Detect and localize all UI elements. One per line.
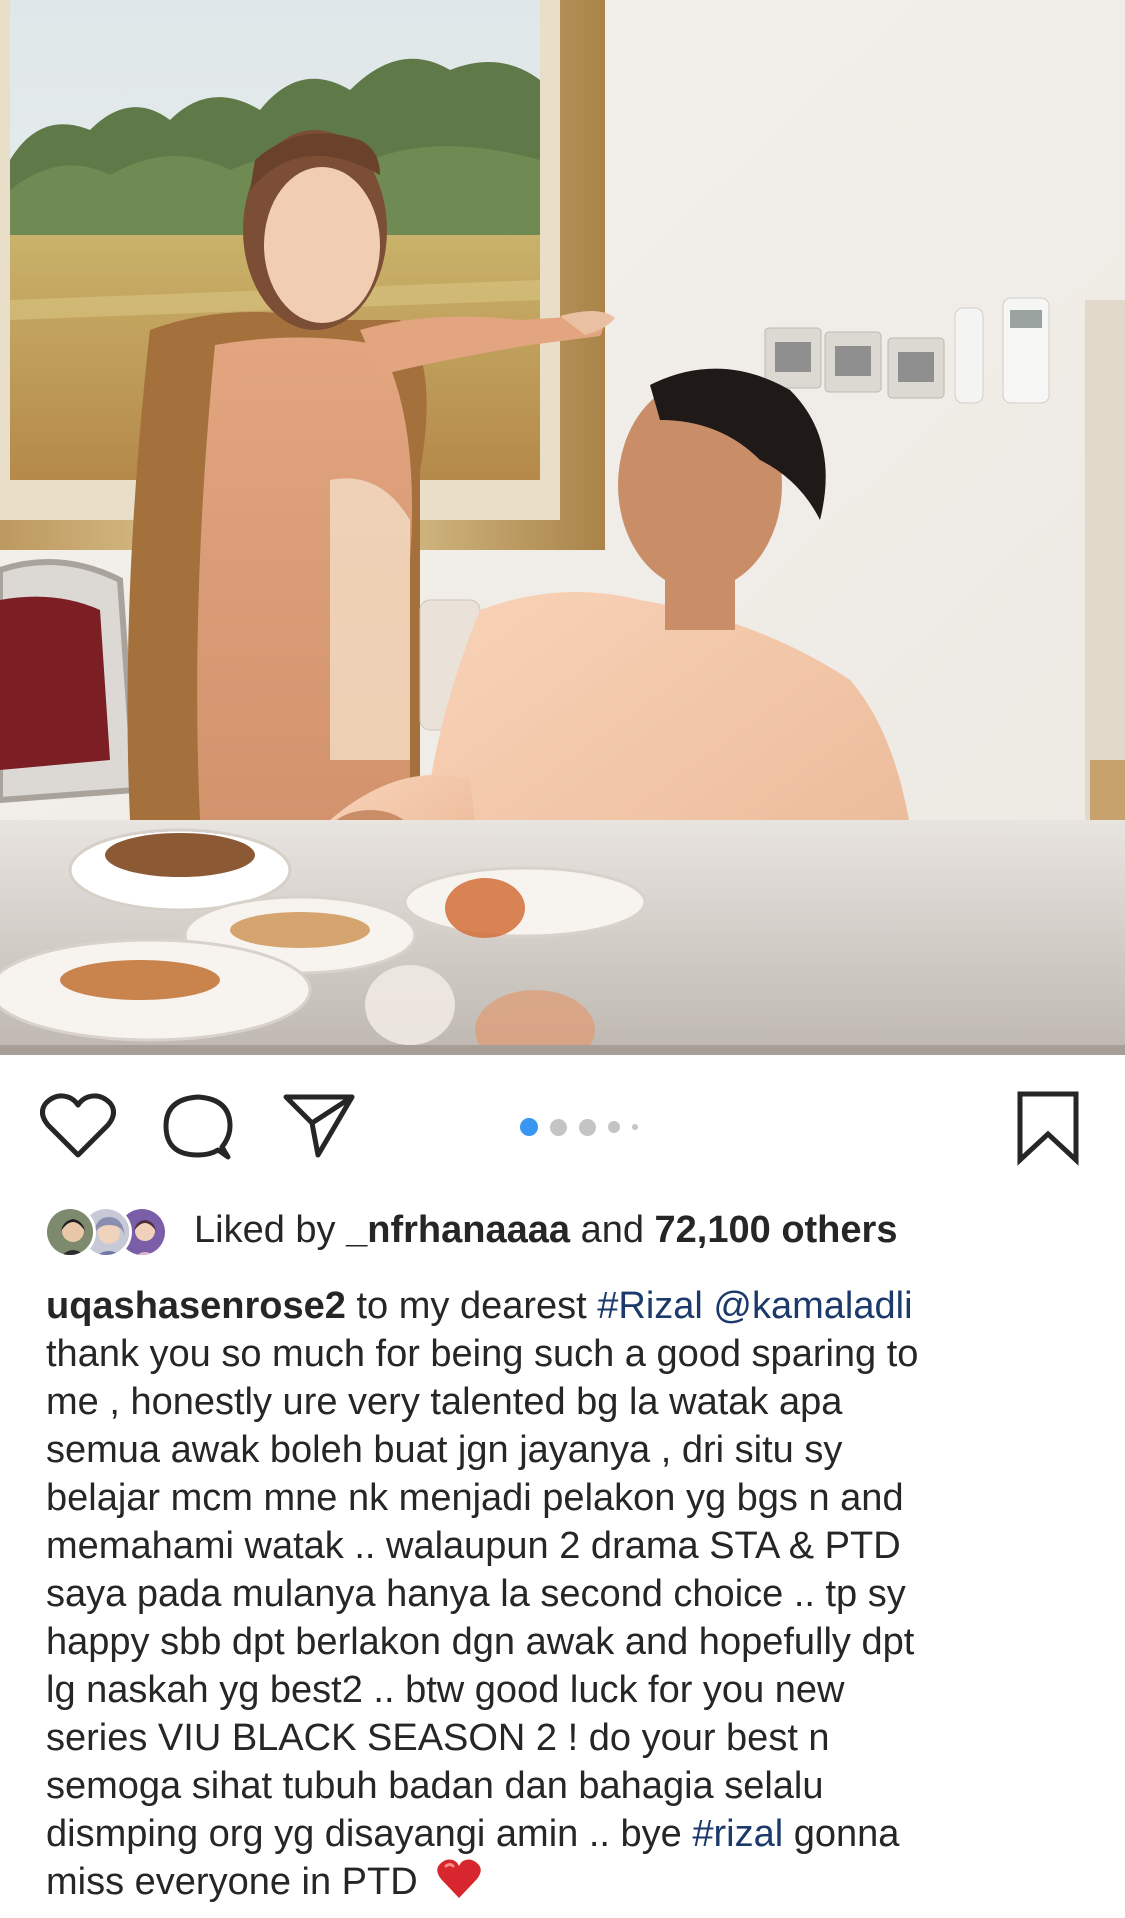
carousel-dot <box>608 1121 620 1133</box>
like-button[interactable] <box>40 1093 116 1164</box>
caption-text: series VIU BLACK SEASON 2 ! do your best… <box>46 1717 830 1759</box>
red-heart-emoji-icon <box>436 1858 482 1912</box>
caption-line: belajar mcm mne nk menjadi pelakon yg bg… <box>46 1474 1086 1522</box>
caption-text: me , honestly ure very talented bg la wa… <box>46 1381 843 1423</box>
caption-line: dismping org yg disayangi amin .. bye #r… <box>46 1810 1086 1858</box>
caption-text: memahami watak .. walaupun 2 drama STA &… <box>46 1525 901 1567</box>
caption-line: uqashasenrose2 to my dearest #Rizal @kam… <box>46 1282 1086 1330</box>
likes-row: Liked by _nfrhanaaaa and 72,100 others <box>44 1200 1094 1260</box>
avatar <box>44 1206 96 1258</box>
caption-text: belajar mcm mne nk menjadi pelakon yg bg… <box>46 1477 904 1519</box>
carousel-dot <box>632 1124 638 1130</box>
caption-text: gonna <box>783 1813 900 1855</box>
carousel-dot <box>550 1118 567 1136</box>
caption-text: semua awak boleh buat jgn jayanya , dri … <box>46 1429 843 1471</box>
paper-plane-icon <box>283 1094 355 1158</box>
caption-text: saya pada mulanya hanya la second choice… <box>46 1573 906 1615</box>
heart-outline-icon <box>40 1093 116 1158</box>
post-image <box>0 0 1125 1055</box>
caption-line: semua awak boleh buat jgn jayanya , dri … <box>46 1426 1086 1474</box>
carousel-dot <box>579 1118 596 1136</box>
caption-text: lg naskah yg best2 .. btw good luck for … <box>46 1669 845 1711</box>
hashtag-link[interactable]: #Rizal <box>597 1285 703 1327</box>
comment-bubble-icon <box>163 1094 233 1160</box>
liked-by-connector: and <box>580 1209 644 1251</box>
hashtag-link[interactable]: #rizal <box>692 1813 783 1855</box>
post-photo[interactable] <box>0 0 1125 1055</box>
caption-line: saya pada mulanya hanya la second choice… <box>46 1570 1086 1618</box>
caption-text: happy sbb dpt berlakon dgn awak and hope… <box>46 1621 915 1663</box>
save-button[interactable] <box>1015 1090 1081 1171</box>
comment-button[interactable] <box>162 1093 234 1168</box>
caption-line: miss everyone in PTD <box>46 1858 1086 1906</box>
liked-by-user[interactable]: _nfrhanaaaa <box>346 1209 570 1251</box>
caption-line: thank you so much for being such a good … <box>46 1330 1086 1378</box>
caption-line: me , honestly ure very talented bg la wa… <box>46 1378 1086 1426</box>
caption-line: semoga sihat tubuh badan dan bahagia sel… <box>46 1762 1086 1810</box>
like-count[interactable]: 72,100 others <box>655 1209 898 1251</box>
caption-line: series VIU BLACK SEASON 2 ! do your best… <box>46 1714 1086 1762</box>
carousel-dot <box>520 1118 538 1136</box>
caption-line: lg naskah yg best2 .. btw good luck for … <box>46 1666 1086 1714</box>
liked-by-label: Liked by <box>194 1209 336 1251</box>
liker-avatars[interactable] <box>44 1200 194 1260</box>
caption-text: dismping org yg disayangi amin .. bye <box>46 1813 693 1855</box>
caption-text: semoga sihat tubuh badan dan bahagia sel… <box>46 1765 824 1807</box>
caption-text: miss everyone in PTD <box>46 1861 429 1903</box>
caption-text <box>703 1285 714 1327</box>
share-button[interactable] <box>282 1093 356 1164</box>
carousel-indicator <box>520 1117 660 1137</box>
bookmark-outline-icon <box>1017 1091 1079 1166</box>
caption-text: to my dearest <box>345 1285 598 1327</box>
mention-link[interactable]: @kamaladli <box>713 1285 912 1327</box>
caption-text: thank you so much for being such a good … <box>46 1333 919 1375</box>
post-caption: uqashasenrose2 to my dearest #Rizal @kam… <box>46 1282 1086 1906</box>
likes-summary[interactable]: Liked by _nfrhanaaaa and 72,100 others <box>194 1200 897 1260</box>
caption-line: happy sbb dpt berlakon dgn awak and hope… <box>46 1618 1086 1666</box>
caption-username[interactable]: uqashasenrose2 <box>46 1285 346 1327</box>
caption-line: memahami watak .. walaupun 2 drama STA &… <box>46 1522 1086 1570</box>
